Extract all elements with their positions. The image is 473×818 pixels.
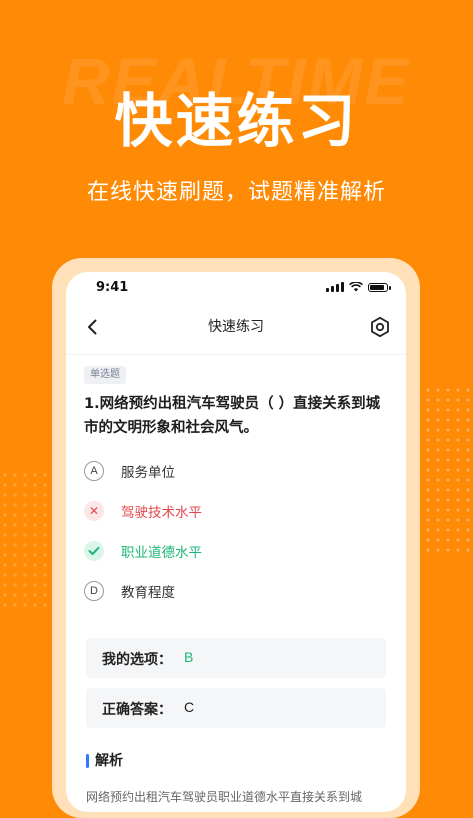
question-type-badge: 单选题 [84, 366, 126, 384]
nav-bar: 快速练习 [66, 308, 406, 348]
phone-screen: 9:41 快速练习 单选题 1.网络预约出租汽车驾驶员（ ）直接关系到城市的文明… [66, 272, 406, 812]
check-icon [84, 541, 104, 561]
decorative-dots [0, 470, 55, 610]
wrong-icon: ✕ [84, 501, 104, 521]
status-bar: 9:41 [66, 272, 406, 302]
battery-icon [368, 283, 391, 292]
option-a-text: 服务单位 [121, 465, 175, 481]
signal-icon [326, 282, 344, 292]
nav-title: 快速练习 [208, 319, 264, 335]
my-choice-box: 我的选项： B [86, 638, 386, 678]
option-b-text: 驾驶技术水平 [121, 505, 202, 521]
option-d[interactable]: D 教育程度 [84, 579, 175, 603]
correct-answer-box: 正确答案： C [86, 688, 386, 728]
wifi-icon [349, 282, 363, 292]
option-a[interactable]: A 服务单位 [84, 459, 175, 483]
status-time: 9:41 [96, 280, 129, 295]
option-c[interactable]: 职业道德水平 [84, 539, 202, 563]
option-a-letter: A [84, 461, 104, 481]
analysis-text: 网络预约出租汽车驾驶员职业道德水平直接关系到城 [86, 790, 363, 804]
my-choice-value: B [184, 649, 194, 665]
correct-answer-value: C [184, 699, 195, 715]
analysis-accent-bar [86, 754, 89, 768]
option-c-text: 职业道德水平 [121, 545, 202, 561]
banner-title: 快速练习 [114, 87, 359, 155]
my-choice-label: 我的选项： [102, 652, 172, 668]
banner-subtitle: 在线快速刷题，试题精准解析 [86, 180, 386, 205]
analysis-title: 解析 [95, 753, 123, 769]
status-icons [326, 282, 391, 292]
nav-divider [66, 354, 406, 355]
option-b[interactable]: ✕ 驾驶技术水平 [84, 499, 202, 523]
option-d-letter: D [84, 581, 104, 601]
correct-answer-label: 正确答案： [102, 702, 172, 718]
settings-icon[interactable] [368, 315, 392, 339]
question-text: 1.网络预约出租汽车驾驶员（ ）直接关系到城市的文明形象和社会风气。 [84, 396, 381, 436]
option-d-text: 教育程度 [121, 585, 175, 601]
